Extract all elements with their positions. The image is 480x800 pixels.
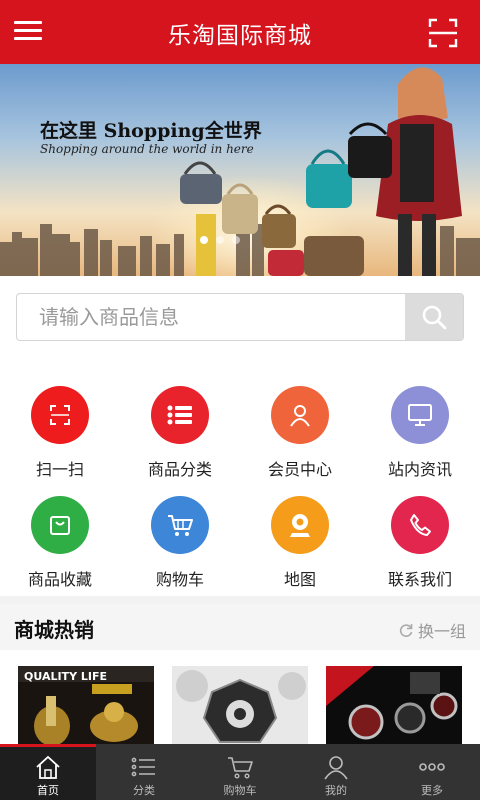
search-bar [16,293,464,341]
banner-dot[interactable] [216,236,224,244]
feature-label: 商品收藏 [27,570,92,589]
app-screen: 乐淘国际商城 在这里 Shopping全世界 Shopping around t… [0,0,480,800]
list-icon [131,757,155,777]
feature-label: 购物车 [155,570,204,589]
phone-icon [391,496,449,554]
tab-home[interactable]: 首页 [0,744,96,800]
product-card[interactable] [326,666,462,746]
user-icon [324,756,348,780]
product-card[interactable]: QUALITY LIFE [18,666,154,746]
feature-categories[interactable]: 商品分类 [120,370,240,480]
feature-member-center[interactable]: 会员中心 [240,370,360,480]
hot-section-title: 商城热销 [14,618,94,642]
feature-label: 商品分类 [147,460,212,479]
list-icon [151,386,209,444]
banner-dot-active[interactable] [200,236,208,244]
app-title: 乐淘国际商城 [168,23,312,49]
feature-favorites[interactable]: 商品收藏 [0,480,120,590]
home-icon [36,755,60,779]
scan-icon [31,386,89,444]
tab-label: 分类 [133,784,155,797]
tab-label: 首页 [37,784,59,797]
scan-icon[interactable] [428,18,458,48]
banner-dot[interactable] [232,236,240,244]
tab-categories[interactable]: 分类 [96,744,192,800]
tab-profile[interactable]: 我的 [288,744,384,800]
feature-map[interactable]: 地图 [240,480,360,590]
tab-label: 我的 [325,784,347,797]
refresh-button[interactable]: 换一组 [398,618,466,642]
app-header: 乐淘国际商城 [0,0,480,64]
banner-tagline: Shopping around the world in here [40,142,254,156]
tab-label: 更多 [421,784,443,797]
feature-site-news[interactable]: 站内资讯 [360,370,480,480]
feature-contact-us[interactable]: 联系我们 [360,480,480,590]
product-image [172,666,308,746]
search-button[interactable] [405,294,463,340]
feature-label: 联系我们 [387,570,452,589]
cart-icon [151,496,209,554]
feature-scan[interactable]: 扫一扫 [0,370,120,480]
tab-more[interactable]: 更多 [384,744,480,800]
bag-icon [31,496,89,554]
monitor-icon [391,386,449,444]
hot-section-header: 商城热销 换一组 [0,604,480,650]
cart-icon [228,757,253,779]
more-icon [419,763,445,771]
bottom-tab-bar: 首页 分类 购物车 我的 更多 [0,744,480,800]
banner-headline: 在这里 Shopping全世界 [40,120,262,142]
search-input[interactable] [17,294,405,340]
search-icon [422,305,447,330]
feature-cart[interactable]: 购物车 [120,480,240,590]
tab-label: 购物车 [223,784,257,797]
hot-products: QUALITY LIFE [0,650,480,746]
user-icon [271,386,329,444]
product-caption: QUALITY LIFE [24,670,107,683]
feature-label: 会员中心 [267,460,332,479]
feature-grid: 扫一扫 商品分类 会员中心 站内资讯 商品收藏 购物车 地图 联系我们 [0,370,480,596]
refresh-label: 换一组 [417,622,466,641]
tab-cart[interactable]: 购物车 [192,744,288,800]
banner-pagination [200,236,240,244]
feature-label: 站内资讯 [387,460,452,479]
feature-label: 地图 [283,570,316,589]
refresh-icon [399,624,413,637]
promo-banner[interactable]: 在这里 Shopping全世界 Shopping around the worl… [0,64,480,276]
feature-label: 扫一扫 [35,460,84,479]
product-image [326,666,462,746]
map-pin-icon [271,496,329,554]
search-section [0,276,480,370]
product-card[interactable] [172,666,308,746]
banner-city-skyline [0,67,480,276]
